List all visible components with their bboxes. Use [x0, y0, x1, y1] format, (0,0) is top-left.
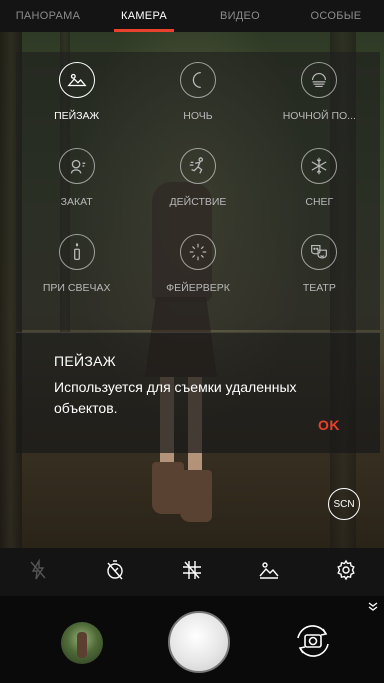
scene-theater[interactable]: ТЕАТР [259, 224, 380, 310]
camera-screen: ПАНОРАМА КАМЕРА ВИДЕО ОСОБЫЕ ПЕЙЗАЖ НОЧЬ… [0, 0, 384, 683]
scene-landscape-icon[interactable] [257, 558, 281, 587]
scene-sunset[interactable]: ЗАКАТ [16, 138, 137, 224]
moon-icon [179, 62, 216, 98]
capture-bar [0, 596, 384, 683]
timer-off-icon[interactable] [103, 558, 127, 587]
switch-camera-button[interactable] [290, 618, 336, 664]
scene-label: ФЕЙЕРВЕРК [166, 282, 230, 294]
scene-grid: ПЕЙЗАЖ НОЧЬ НОЧНОЙ ПО... ЗАКАТ ДЕЙСТВИЕ … [16, 52, 380, 310]
scene-snow[interactable]: СНЕГ [259, 138, 380, 224]
scene-mode-panel: ПЕЙЗАЖ НОЧЬ НОЧНОЙ ПО... ЗАКАТ ДЕЙСТВИЕ … [16, 52, 380, 330]
expand-chevron-icon[interactable] [366, 600, 380, 614]
switch-camera-icon [297, 625, 329, 657]
tab-special[interactable]: ОСОБЫЕ [288, 0, 384, 32]
flash-off-icon[interactable] [26, 557, 50, 587]
scene-label: ДЕЙСТВИЕ [169, 196, 227, 208]
sunset-icon [58, 148, 95, 184]
scene-label: НОЧНОЙ ПО... [282, 110, 356, 122]
scene-night[interactable]: НОЧЬ [137, 52, 258, 138]
ok-button[interactable]: OK [318, 417, 340, 433]
settings-gear-icon[interactable] [334, 558, 358, 587]
candle-icon [58, 234, 95, 270]
scene-mode-button[interactable]: SCN [328, 488, 360, 520]
scene-candlelight[interactable]: ПРИ СВЕЧАХ [16, 224, 137, 310]
subject-boot-right [180, 470, 212, 522]
scene-landscape[interactable]: ПЕЙЗАЖ [16, 52, 137, 138]
fireworks-icon [179, 234, 216, 270]
night-portrait-icon [301, 62, 338, 98]
description-title: ПЕЙЗАЖ [54, 353, 116, 369]
grid-off-icon[interactable] [180, 558, 204, 587]
tab-camera[interactable]: КАМЕРА [96, 0, 192, 32]
scene-action[interactable]: ДЕЙСТВИЕ [137, 138, 258, 224]
scene-label: ПРИ СВЕЧАХ [42, 282, 111, 294]
landscape-icon [58, 62, 95, 98]
quick-settings-bar [0, 548, 384, 596]
scene-label: СНЕГ [305, 196, 334, 208]
tab-video[interactable]: ВИДЕО [192, 0, 288, 32]
scene-label: ПЕЙЗАЖ [54, 110, 100, 122]
shutter-button[interactable] [168, 611, 230, 673]
gallery-thumbnail[interactable] [61, 622, 103, 664]
action-icon [179, 148, 216, 184]
mode-tabs: ПАНОРАМА КАМЕРА ВИДЕО ОСОБЫЕ [0, 0, 384, 32]
scene-night-portrait[interactable]: НОЧНОЙ ПО... [259, 52, 380, 138]
snowflake-icon [301, 148, 338, 184]
scene-fireworks[interactable]: ФЕЙЕРВЕРК [137, 224, 258, 310]
scene-label: ЗАКАТ [60, 196, 93, 208]
tab-panorama[interactable]: ПАНОРАМА [0, 0, 96, 32]
theater-icon [301, 234, 338, 270]
description-text: Используется для съемки удаленных объект… [54, 379, 297, 416]
scene-label: НОЧЬ [183, 110, 213, 122]
scene-description-card: ПЕЙЗАЖ Используется для съемки удаленных… [16, 332, 380, 453]
scene-label: ТЕАТР [302, 282, 336, 294]
